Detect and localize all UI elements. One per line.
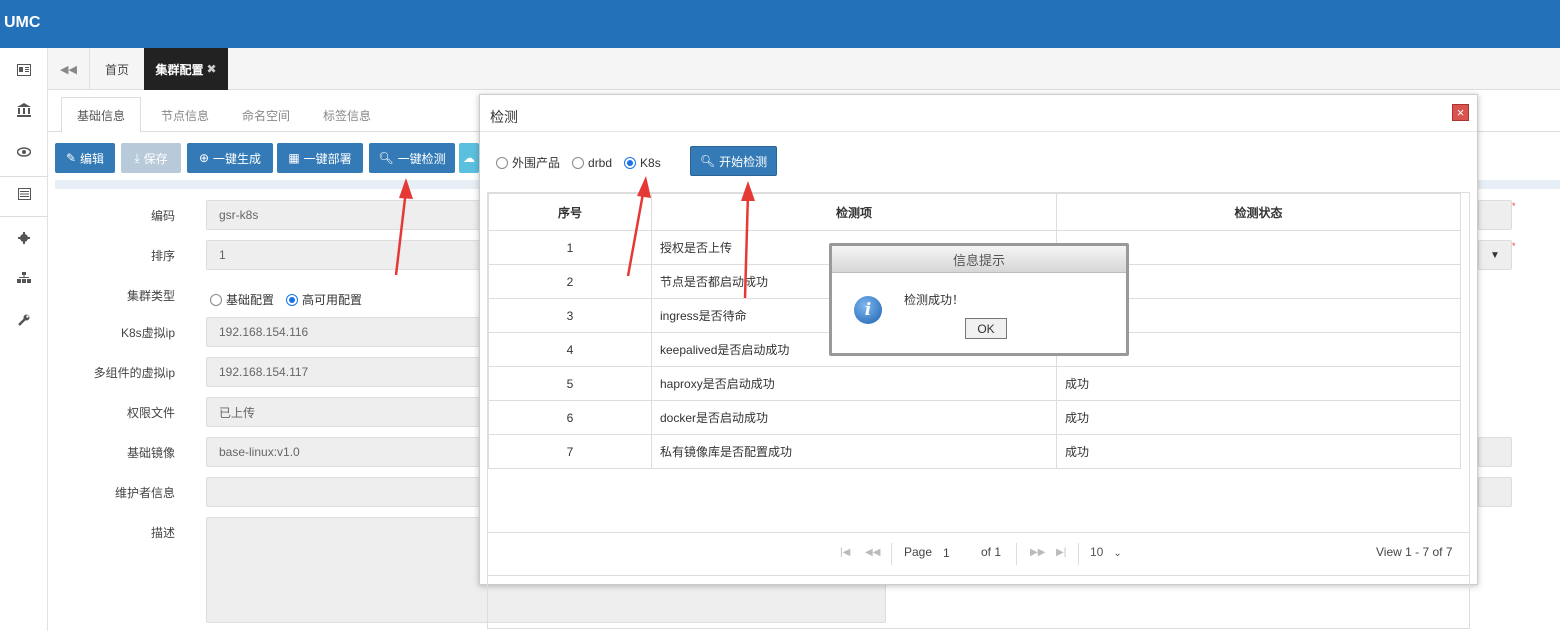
arrow-icon — [741, 181, 755, 299]
annotation-arrows — [394, 176, 755, 299]
arrow-icon — [394, 178, 413, 276]
arrow-icon — [626, 176, 651, 277]
